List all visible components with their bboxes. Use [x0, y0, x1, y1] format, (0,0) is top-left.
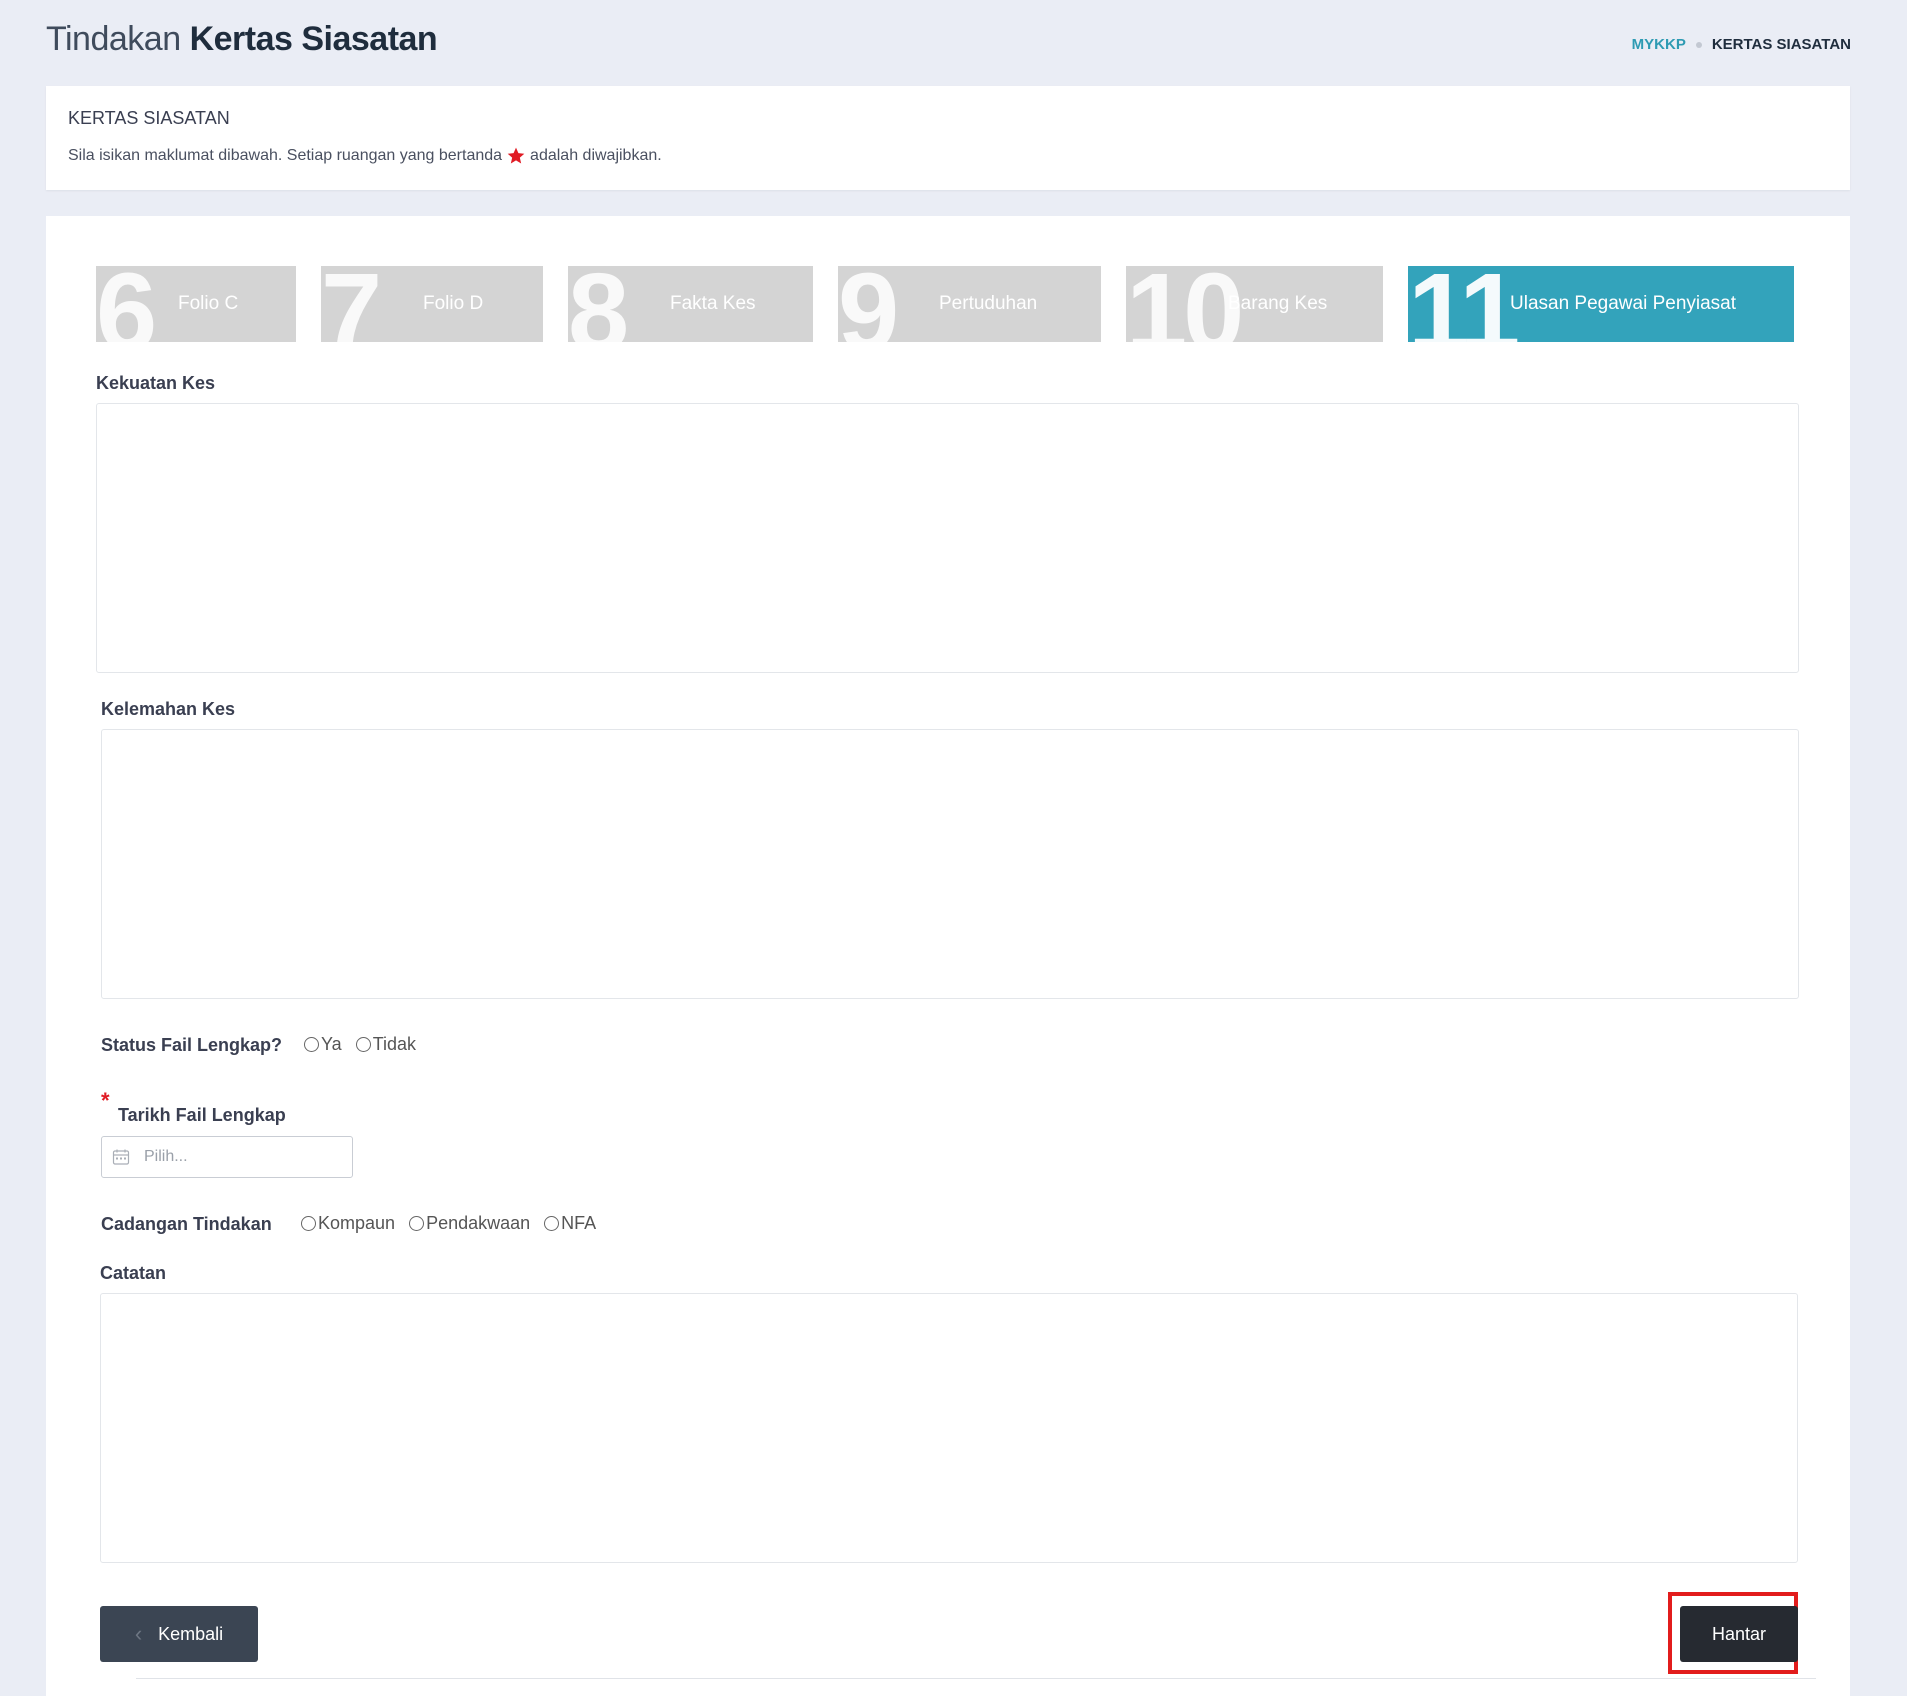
tarikh-fail-lengkap-input[interactable]: Pilih... [101, 1136, 353, 1178]
submit-button[interactable]: Hantar [1680, 1606, 1798, 1662]
step-number: 10 [1126, 266, 1244, 342]
breadcrumb: MYKKP KERTAS SIASATAN [1632, 36, 1851, 53]
radio-circle [409, 1216, 425, 1231]
info-desc-before: Sila isikan maklumat dibawah. Setiap rua… [68, 147, 503, 164]
breadcrumb-separator [1695, 41, 1702, 48]
required-marker: * [101, 1088, 110, 1113]
cadangan-tindakan-label: Cadangan Tindakan [101, 1214, 272, 1234]
submit-button-label: Hantar [1711, 1623, 1767, 1644]
radio-circle [355, 1037, 371, 1052]
radio-label: Tidak [372, 1034, 417, 1054]
kelemahan-kes-textarea[interactable] [101, 729, 1799, 999]
info-description: Sila isikan maklumat dibawah. Setiap rua… [68, 146, 662, 166]
kekuatan-kes-label: Kekuatan Kes [96, 373, 216, 393]
status-fail-lengkap-radios: Ya Tidak [304, 1034, 430, 1055]
date-placeholder: Pilih... [144, 1148, 188, 1165]
info-card: KERTAS SIASATAN Sila isikan maklumat dib… [46, 86, 1850, 190]
step-label: Fakta Kes [670, 293, 756, 314]
catatan-textarea[interactable] [100, 1293, 1798, 1563]
status-tidak-radio[interactable]: Tidak [355, 1034, 417, 1055]
info-desc-after: adalah diwajibkan. [530, 147, 662, 164]
step-number: 7 [321, 266, 382, 342]
step-label: Pertuduhan [939, 293, 1038, 314]
cadangan-tindakan-radios: Kompaun Pendakwaan NFA [301, 1213, 610, 1234]
page-title: Tindakan Kertas Siasatan [46, 20, 438, 59]
step-label: Barang Kes [1228, 293, 1328, 314]
page-title-light: Tindakan [46, 20, 181, 58]
info-title: KERTAS SIASATAN [68, 108, 230, 128]
breadcrumb-home-link[interactable]: MYKKP [1632, 36, 1686, 53]
kekuatan-kes-textarea[interactable] [96, 403, 1799, 673]
step-ulasan-pegawai-penyiasat[interactable]: 11 Ulasan Pegawai Penyiasat [1408, 266, 1794, 342]
required-star-icon [507, 147, 525, 164]
status-fail-lengkap-label: Status Fail Lengkap? [101, 1035, 283, 1055]
radio-label: Pendakwaan [426, 1213, 531, 1233]
back-button[interactable]: ‹ Kembali [100, 1606, 258, 1662]
step-barang-kes[interactable]: 10 Barang Kes [1126, 266, 1383, 342]
radio-label: NFA [561, 1213, 597, 1233]
back-button-label: Kembali [158, 1623, 224, 1644]
step-fakta-kes[interactable]: 8 Fakta Kes [568, 266, 813, 342]
step-number: 11 [1408, 266, 1520, 342]
cadangan-nfa-radio[interactable]: NFA [544, 1213, 596, 1234]
step-folio-d[interactable]: 7 Folio D [321, 266, 543, 342]
catatan-label: Catatan [100, 1263, 167, 1283]
step-label: Folio D [423, 293, 484, 314]
step-label: Folio C [178, 293, 239, 314]
radio-circle [544, 1216, 560, 1231]
breadcrumb-current: KERTAS SIASATAN [1711, 36, 1851, 53]
step-number: 6 [96, 266, 157, 342]
page-title-bold: Kertas Siasatan [189, 20, 438, 58]
status-ya-radio[interactable]: Ya [304, 1034, 342, 1055]
step-folio-c[interactable]: 6 Folio C [96, 266, 296, 342]
step-number: 8 [568, 266, 629, 342]
chevron-left-icon: ‹ [134, 1621, 143, 1646]
form-card: 6 Folio C 7 Folio D 8 Fakta Kes 9 Pertud… [46, 216, 1850, 1696]
cadangan-kompaun-radio[interactable]: Kompaun [301, 1213, 395, 1234]
cadangan-pendakwaan-radio[interactable]: Pendakwaan [409, 1213, 530, 1234]
step-number: 9 [838, 266, 899, 342]
step-pertuduhan[interactable]: 9 Pertuduhan [838, 266, 1101, 342]
calendar-icon [112, 1149, 130, 1165]
step-label: Ulasan Pegawai Penyiasat [1510, 293, 1737, 314]
radio-circle [301, 1216, 316, 1231]
radio-label: Kompaun [318, 1213, 396, 1233]
radio-circle [304, 1037, 319, 1052]
wizard-steps: 6 Folio C 7 Folio D 8 Fakta Kes 9 Pertud… [96, 266, 1794, 342]
radio-label: Ya [321, 1034, 342, 1054]
tarikh-fail-lengkap-label: Tarikh Fail Lengkap [118, 1105, 286, 1125]
divider [136, 1678, 1816, 1679]
kelemahan-kes-label: Kelemahan Kes [101, 699, 236, 719]
